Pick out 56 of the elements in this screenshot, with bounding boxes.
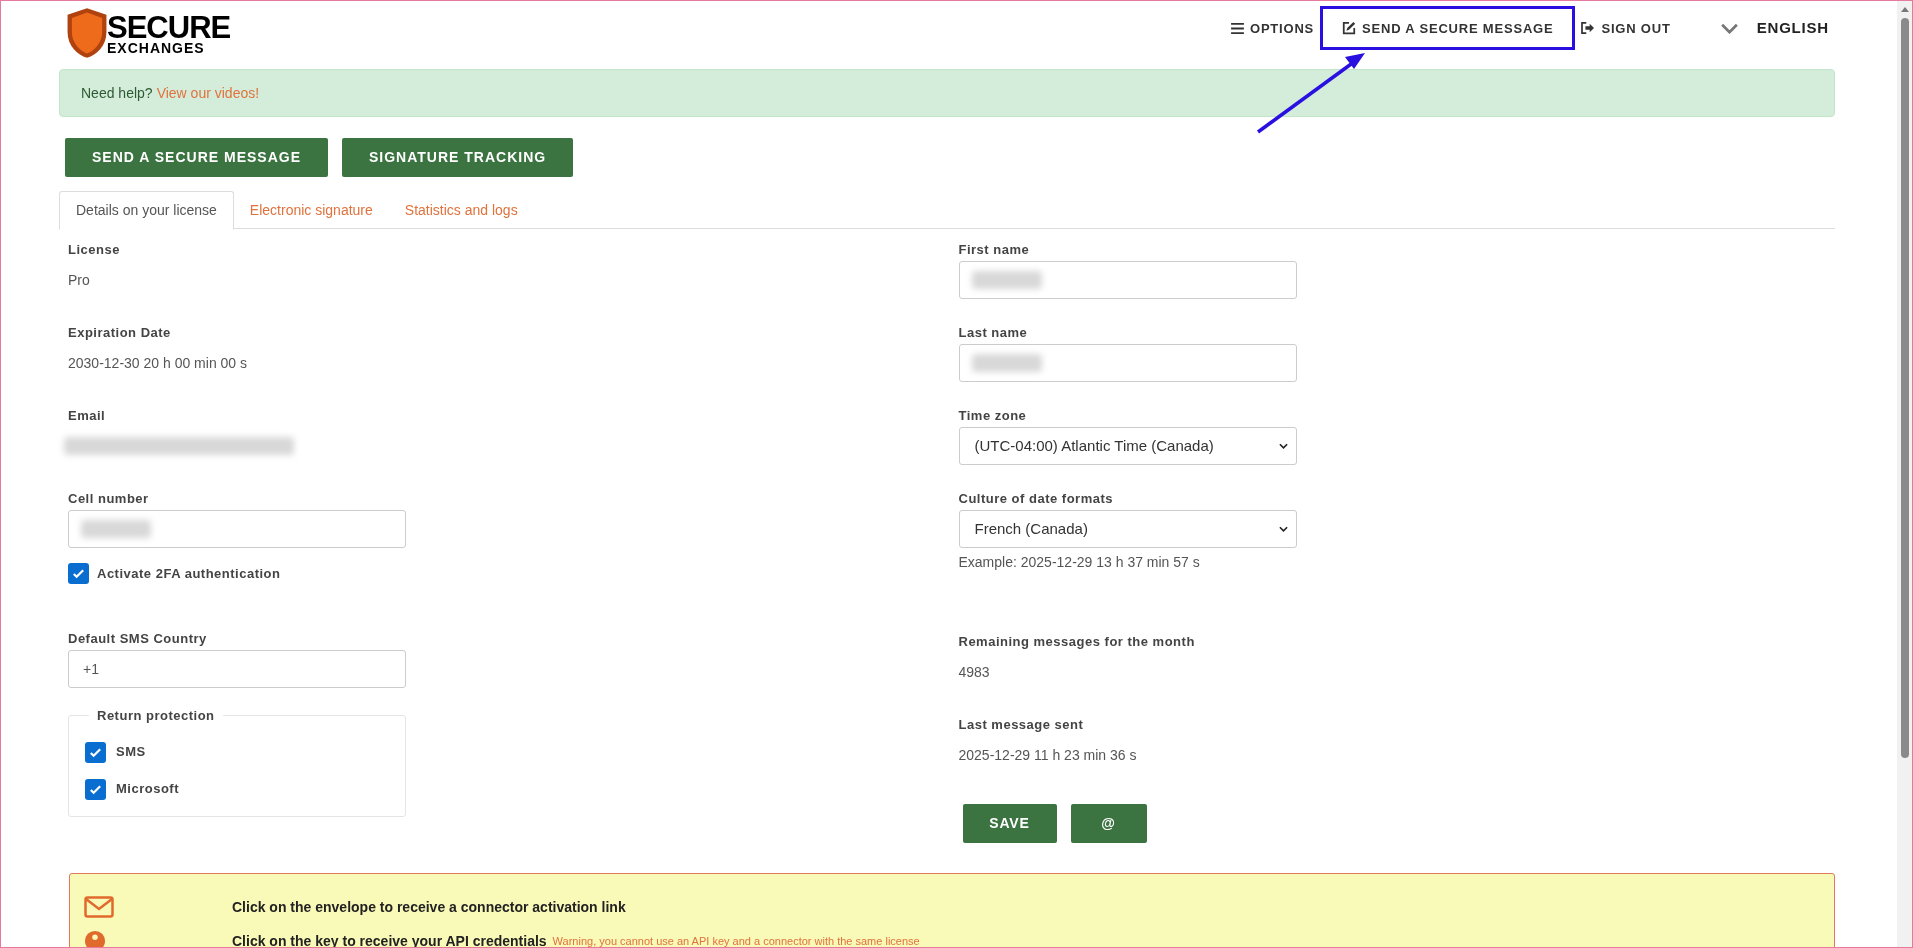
field-label: Email <box>68 407 107 425</box>
sign-out-icon <box>1581 22 1596 35</box>
checkbox-label: Activate 2FA authentication <box>97 565 281 583</box>
shield-icon <box>65 6 109 60</box>
form-button[interactable]: @ <box>1070 804 1147 843</box>
field-value: 2030-12-30 20 h 00 min 00 s <box>68 354 248 373</box>
connector-instruction: Click on the envelope to receive a connector activation link <box>232 897 626 917</box>
form-button[interactable]: SAVE <box>962 804 1057 843</box>
chevron-down-icon <box>1278 526 1288 532</box>
blurred-value <box>971 271 1042 289</box>
language-dropdown[interactable]: ENGLISH <box>1719 17 1829 40</box>
action-button[interactable]: SIGNATURE TRACKING <box>342 138 574 177</box>
edit-icon <box>1342 21 1357 36</box>
scrollbar[interactable] <box>1897 1 1912 947</box>
input-field[interactable] <box>958 261 1297 299</box>
field-value: 4983 <box>958 663 991 682</box>
logo-text: EXCHANGES <box>107 40 206 55</box>
chevron-down-icon <box>1278 443 1288 449</box>
field-label: Default SMS Country <box>68 630 208 648</box>
input-field[interactable]: +1 <box>68 650 406 688</box>
field-value: Pro <box>68 271 91 290</box>
field-label: Last name <box>958 324 1029 342</box>
input-field[interactable] <box>68 510 406 548</box>
nav-link[interactable]: SIGN OUT <box>1572 19 1680 38</box>
dropdown[interactable]: French (Canada) <box>958 510 1297 548</box>
checkbox[interactable] <box>85 741 106 763</box>
checkbox-label: Microsoft <box>116 780 179 799</box>
chevron-down-icon <box>1719 22 1739 34</box>
checkbox-label: SMS <box>116 743 146 762</box>
dropdown[interactable]: (UTC-04:00) Atlantic Time (Canada) <box>958 427 1297 465</box>
action-button[interactable]: SEND A SECURE MESSAGE <box>65 138 328 177</box>
nav-link[interactable]: SEND A SECURE MESSAGE <box>1333 19 1563 38</box>
field-label: Remaining messages for the month <box>958 633 1196 651</box>
checkbox[interactable] <box>68 563 89 584</box>
field-label: Last message sent <box>958 716 1085 734</box>
field-label: Expiration Date <box>68 324 172 342</box>
checkbox[interactable] <box>85 778 106 800</box>
menu-icon <box>1231 22 1244 34</box>
group-title: Return protection <box>96 707 216 725</box>
envelope-icon[interactable] <box>84 896 114 918</box>
warning-text: Warning, you cannot use an API key and a connector with the same license <box>552 933 920 947</box>
blurred-value <box>971 354 1042 372</box>
logo-text: SECURE <box>107 11 231 43</box>
field-label: Cell number <box>68 490 150 508</box>
blurred-value <box>81 520 151 538</box>
field-label: Culture of date formats <box>958 490 1114 508</box>
logo[interactable]: SECURE EXCHANGES <box>65 6 231 60</box>
field-label: License <box>68 241 121 259</box>
field-value: 2025-12-29 11 h 23 min 36 s <box>958 746 1138 765</box>
field-label: First name <box>958 241 1031 259</box>
nav-link[interactable]: OPTIONS <box>1222 19 1324 38</box>
tab[interactable]: Details on your license <box>59 191 234 230</box>
help-text: Need help? <box>81 83 153 103</box>
hint-text: Example: 2025-12-29 13 h 37 min 57 s <box>958 553 1201 572</box>
field-label: Time zone <box>958 407 1028 425</box>
input-field[interactable] <box>958 344 1297 382</box>
